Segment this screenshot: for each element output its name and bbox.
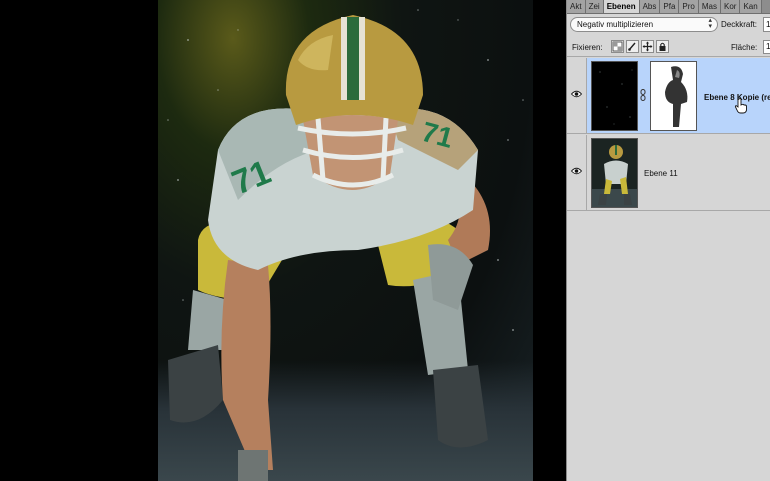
blend-mode-value: Negativ multiplizieren xyxy=(577,20,654,29)
football-player-photo: 71 71 xyxy=(158,0,533,481)
tab-zeichen[interactable]: Zei xyxy=(585,0,604,13)
layer-name[interactable]: Ebene 11 xyxy=(644,169,678,178)
lock-position-icon[interactable] xyxy=(641,40,654,53)
layer-thumbnail xyxy=(591,61,638,131)
document-canvas[interactable]: 71 71 xyxy=(0,0,566,481)
layer-row-ebene-8-kopie[interactable]: Ebene 8 Kopie (red. xyxy=(567,58,770,134)
opacity-label: Deckkraft: xyxy=(721,20,758,29)
lock-row: Fixieren: Fläche: 1 xyxy=(567,37,770,57)
layers-panel: Akt Zei Ebenen Abs Pfa Pro Mas Kor Kan N… xyxy=(566,0,770,481)
lock-transparency-icon[interactable] xyxy=(611,40,624,53)
tab-protokoll[interactable]: Pro xyxy=(679,0,699,13)
player-illustration: 71 71 xyxy=(167,9,524,481)
visibility-cell[interactable] xyxy=(567,58,587,133)
lock-all-icon[interactable] xyxy=(656,40,669,53)
tab-ebenen[interactable]: Ebenen xyxy=(603,0,640,13)
layer-row-ebene-11[interactable]: Ebene 11 xyxy=(567,135,770,211)
fill-input[interactable]: 1 xyxy=(763,40,770,54)
hand-cursor-icon xyxy=(734,98,747,114)
tab-korrekturen[interactable]: Kor xyxy=(720,0,741,13)
visibility-cell[interactable] xyxy=(567,135,587,210)
tab-kanaele[interactable]: Kan xyxy=(740,0,762,13)
mask-link-icon[interactable] xyxy=(640,89,646,101)
select-arrows-icon: ▴ ▾ xyxy=(708,17,712,30)
tab-pfade[interactable]: Pfa xyxy=(660,0,680,13)
tab-absatz[interactable]: Abs xyxy=(639,0,661,13)
lock-label: Fixieren: xyxy=(572,43,603,52)
tab-masken[interactable]: Mas xyxy=(698,0,721,13)
blend-mode-select[interactable]: Negativ multiplizieren ▴ ▾ xyxy=(570,17,718,32)
tab-aktionen[interactable]: Akt xyxy=(567,0,586,13)
opacity-input[interactable]: 1 xyxy=(763,17,770,32)
eye-icon[interactable] xyxy=(571,90,582,98)
fill-label: Fläche: xyxy=(731,43,758,52)
panel-tab-bar: Akt Zei Ebenen Abs Pfa Pro Mas Kor Kan xyxy=(567,0,770,14)
eye-icon[interactable] xyxy=(571,167,582,175)
lock-image-icon[interactable] xyxy=(626,40,639,53)
layer-thumbnail xyxy=(591,138,638,208)
blend-mode-row: Negativ multiplizieren ▴ ▾ Deckkraft: 1 xyxy=(567,14,770,36)
layer-mask-thumbnail[interactable] xyxy=(650,61,697,131)
